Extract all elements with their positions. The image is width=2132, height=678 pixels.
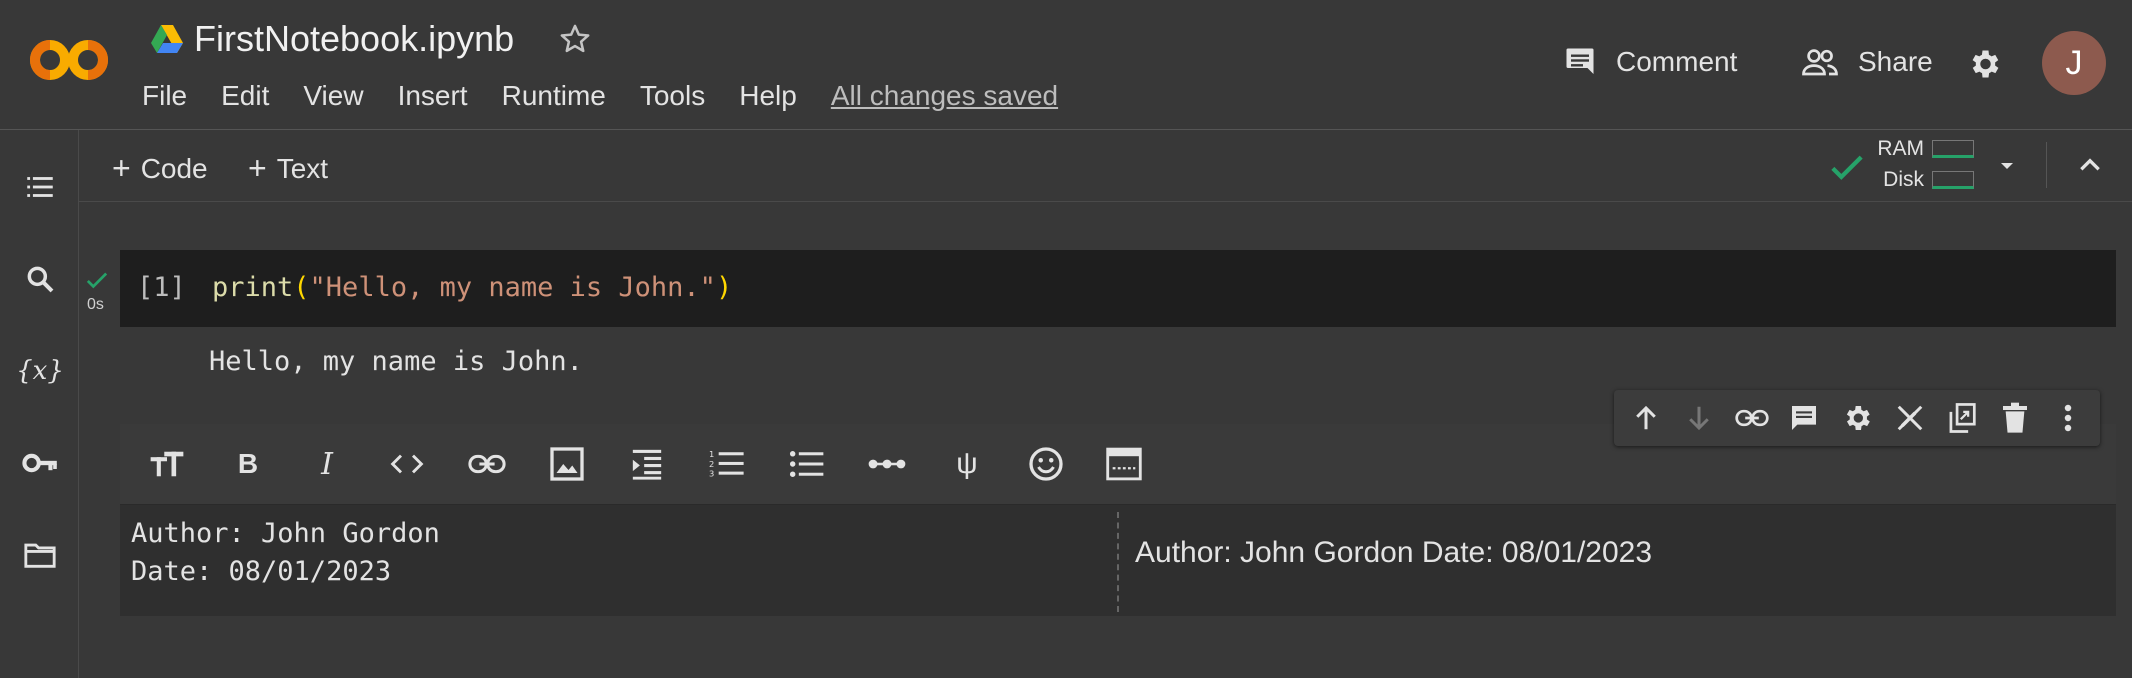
code-open-paren: ( xyxy=(293,272,310,303)
arrow-down-icon[interactable] xyxy=(1680,399,1718,437)
svg-text:3: 3 xyxy=(709,468,714,478)
add-code-cell-button[interactable]: + Code xyxy=(112,150,208,187)
user-avatar[interactable]: J xyxy=(2042,31,2106,95)
star-icon[interactable] xyxy=(558,22,592,56)
google-drive-icon[interactable] xyxy=(150,24,184,54)
menu-help[interactable]: Help xyxy=(739,80,797,112)
code-string: "Hello, my name is John." xyxy=(309,272,716,303)
text-size-icon[interactable] xyxy=(143,440,191,488)
italic-icon[interactable]: I xyxy=(303,440,351,488)
comment-label: Comment xyxy=(1616,46,1738,77)
settings-gear-icon[interactable] xyxy=(1966,46,2002,82)
comment-button[interactable]: Comment xyxy=(1562,44,1737,80)
left-sidebar: {x} xyxy=(0,130,79,678)
share-label: Share xyxy=(1858,46,1933,77)
cell-output: Hello, my name is John. xyxy=(209,346,583,377)
search-icon[interactable] xyxy=(21,260,59,298)
collapse-chevron-up-icon[interactable] xyxy=(2076,152,2104,178)
menu-file[interactable]: File xyxy=(142,80,187,112)
more-vert-icon[interactable] xyxy=(2049,399,2087,437)
save-status-link[interactable]: All changes saved xyxy=(831,80,1058,112)
svg-text:1: 1 xyxy=(709,449,714,459)
add-code-label: Code xyxy=(140,152,208,184)
mirror-cell-icon[interactable] xyxy=(1943,399,1981,437)
share-button[interactable]: Share xyxy=(1800,44,1933,80)
menu-bar: File Edit View Insert Runtime Tools Help… xyxy=(142,80,1092,112)
people-icon xyxy=(1802,49,1838,76)
run-status-check-icon[interactable] xyxy=(86,270,108,290)
code-close-paren: ) xyxy=(715,272,733,303)
toolbar-divider xyxy=(2046,142,2047,188)
edit-off-icon[interactable] xyxy=(1891,399,1929,437)
markdown-editor[interactable]: Author: John Gordon Date: 08/01/2023 xyxy=(131,515,440,591)
add-text-cell-button[interactable]: + Text xyxy=(248,150,328,187)
delete-icon[interactable] xyxy=(1996,399,2034,437)
key-icon[interactable] xyxy=(21,444,59,482)
psi-icon[interactable]: ψ xyxy=(943,440,991,488)
menu-runtime[interactable]: Runtime xyxy=(502,80,606,112)
preview-icon[interactable] xyxy=(1100,440,1148,488)
menu-view[interactable]: View xyxy=(303,80,363,112)
notebook-title[interactable]: FirstNotebook.ipynb xyxy=(194,18,514,60)
emoji-icon[interactable] xyxy=(1022,440,1070,488)
dropdown-arrow-icon[interactable] xyxy=(1996,156,2018,176)
run-time: 0s xyxy=(87,296,104,313)
variables-icon[interactable]: {x} xyxy=(16,352,64,390)
add-text-label: Text xyxy=(276,152,329,184)
ram-indicator[interactable]: RAM xyxy=(1864,137,1974,161)
ram-label: RAM xyxy=(1877,137,1924,160)
colab-logo-icon[interactable] xyxy=(28,30,114,90)
comment-icon[interactable] xyxy=(1785,399,1823,437)
disk-bar xyxy=(1932,171,1974,189)
image-icon[interactable] xyxy=(543,440,591,488)
code-icon[interactable] xyxy=(383,440,431,488)
code-editor[interactable]: print("Hello, my name is John.") xyxy=(212,272,732,303)
indent-icon[interactable] xyxy=(623,440,671,488)
gear-icon[interactable] xyxy=(1838,399,1876,437)
editor-preview-divider[interactable] xyxy=(1117,512,1119,612)
editor-line: Date: 08/01/2023 xyxy=(131,556,392,587)
plus-icon: + xyxy=(112,150,131,186)
svg-text:2: 2 xyxy=(709,459,714,469)
table-of-contents-icon[interactable] xyxy=(21,168,59,206)
connected-check-icon[interactable] xyxy=(1830,152,1864,182)
bold-icon[interactable]: B xyxy=(224,440,272,488)
editor-line: Author: John Gordon xyxy=(131,518,440,549)
notebook-toolbar xyxy=(79,130,2132,202)
cell-action-toolbar xyxy=(1614,390,2100,446)
link-icon[interactable] xyxy=(1733,399,1771,437)
horizontal-rule-icon[interactable] xyxy=(863,440,911,488)
disk-indicator[interactable]: Disk xyxy=(1864,168,1974,192)
markdown-preview: Author: John Gordon Date: 08/01/2023 xyxy=(1135,536,1653,569)
numbered-list-icon[interactable]: 1 2 3 xyxy=(703,440,751,488)
menu-tools[interactable]: Tools xyxy=(640,80,705,112)
code-function: print xyxy=(212,272,294,303)
folder-icon[interactable] xyxy=(21,536,59,574)
menu-edit[interactable]: Edit xyxy=(221,80,269,112)
comment-icon xyxy=(1566,48,1594,74)
link-icon[interactable] xyxy=(463,440,511,488)
ram-bar xyxy=(1932,140,1974,158)
menu-insert[interactable]: Insert xyxy=(398,80,468,112)
disk-label: Disk xyxy=(1883,168,1924,191)
execution-count: [1] xyxy=(137,272,186,303)
arrow-up-icon[interactable] xyxy=(1627,399,1665,437)
plus-icon: + xyxy=(248,150,267,186)
bullet-list-icon[interactable] xyxy=(783,440,831,488)
